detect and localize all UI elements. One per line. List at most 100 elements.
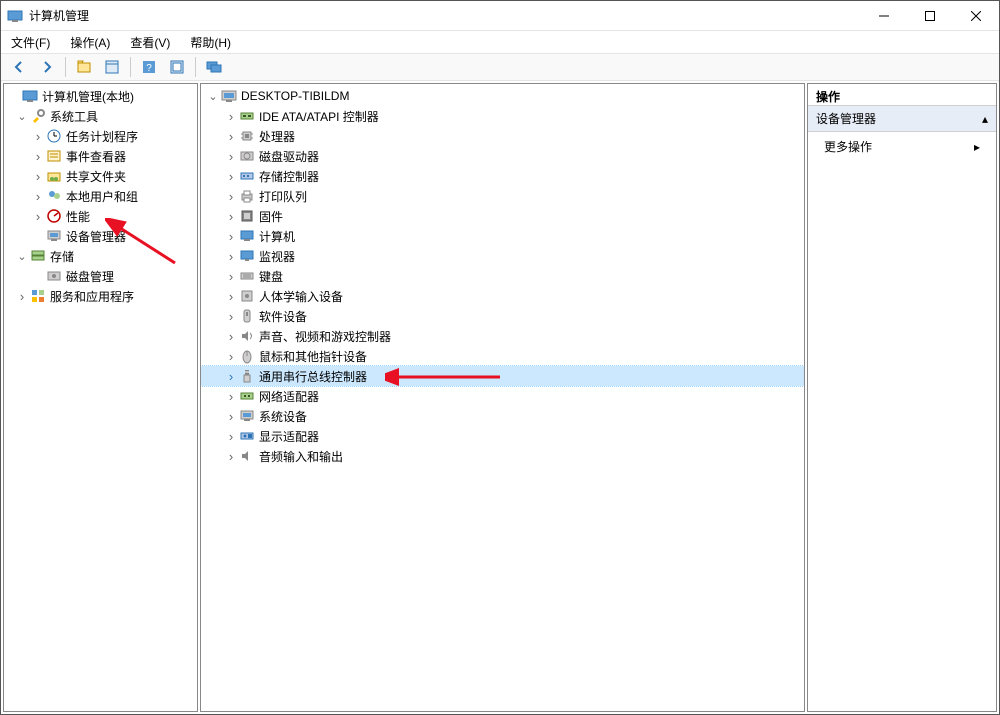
chevron-right-icon[interactable]	[223, 309, 239, 324]
maximize-button[interactable]	[907, 1, 953, 31]
chevron-right-icon[interactable]	[223, 429, 239, 444]
chevron-right-icon[interactable]	[223, 369, 239, 384]
device-print-queue[interactable]: 打印队列	[201, 186, 804, 206]
chevron-right-icon[interactable]	[30, 189, 46, 204]
device-software[interactable]: 软件设备	[201, 306, 804, 326]
close-button[interactable]	[953, 1, 999, 31]
tree-event-viewer[interactable]: 事件查看器	[4, 146, 197, 166]
device-system[interactable]: 系统设备	[201, 406, 804, 426]
up-button[interactable]	[72, 55, 96, 79]
left-panel: 计算机管理(本地) 系统工具 任务计划程序 事件查看器	[3, 83, 198, 712]
chevron-right-icon[interactable]	[223, 389, 239, 404]
computer-item-icon	[239, 228, 255, 244]
chevron-right-icon[interactable]	[30, 169, 46, 184]
device-network[interactable]: 网络适配器	[201, 386, 804, 406]
chevron-right-icon[interactable]	[223, 249, 239, 264]
computer-icon	[221, 88, 237, 104]
chevron-right-icon[interactable]	[30, 209, 46, 224]
device-storage-controller[interactable]: 存储控制器	[201, 166, 804, 186]
chevron-right-icon[interactable]	[223, 189, 239, 204]
chevron-right-icon[interactable]	[223, 449, 239, 464]
device-cpu[interactable]: 处理器	[201, 126, 804, 146]
device-audio-io[interactable]: 音频输入和输出	[201, 446, 804, 466]
chevron-down-icon[interactable]	[14, 110, 30, 123]
usb-icon	[239, 368, 255, 384]
chevron-right-icon[interactable]	[223, 149, 239, 164]
chevron-right-icon[interactable]	[223, 209, 239, 224]
back-button[interactable]	[7, 55, 31, 79]
toolbar-separator-3	[195, 57, 196, 77]
chevron-down-icon[interactable]	[14, 250, 30, 263]
tree-storage[interactable]: 存储	[4, 246, 197, 266]
content-area: 计算机管理(本地) 系统工具 任务计划程序 事件查看器	[1, 81, 999, 714]
window-title: 计算机管理	[29, 7, 861, 24]
device-hid[interactable]: 人体学输入设备	[201, 286, 804, 306]
toolbar-separator	[65, 57, 66, 77]
device-mouse[interactable]: 鼠标和其他指针设备	[201, 346, 804, 366]
services-icon	[30, 288, 46, 304]
chevron-right-icon[interactable]	[14, 289, 30, 304]
tools-icon	[30, 108, 46, 124]
tree-services-apps[interactable]: 服务和应用程序	[4, 286, 197, 306]
menu-file[interactable]: 文件(F)	[7, 32, 54, 53]
chevron-right-icon[interactable]	[223, 169, 239, 184]
device-computer[interactable]: 计算机	[201, 226, 804, 246]
mouse-icon	[239, 348, 255, 364]
chevron-right-icon[interactable]	[223, 409, 239, 424]
device-disk-drive[interactable]: 磁盘驱动器	[201, 146, 804, 166]
display-adapter-icon	[239, 428, 255, 444]
chevron-down-icon[interactable]	[205, 90, 221, 103]
chevron-right-icon[interactable]	[223, 129, 239, 144]
tree-disk-management[interactable]: 磁盘管理	[4, 266, 197, 286]
minimize-button[interactable]	[861, 1, 907, 31]
tree-shared-folders[interactable]: 共享文件夹	[4, 166, 197, 186]
menu-action[interactable]: 操作(A)	[66, 32, 114, 53]
chevron-right-icon[interactable]	[223, 269, 239, 284]
tree-task-scheduler[interactable]: 任务计划程序	[4, 126, 197, 146]
computer-management-icon	[22, 88, 38, 104]
more-actions[interactable]: 更多操作 ▸	[808, 132, 996, 161]
hid-icon	[239, 288, 255, 304]
printer-icon	[239, 188, 255, 204]
chevron-right-icon[interactable]	[223, 329, 239, 344]
help-button[interactable]: ?	[137, 55, 161, 79]
tree-device-manager[interactable]: 设备管理器	[4, 226, 197, 246]
device-sound[interactable]: 声音、视频和游戏控制器	[201, 326, 804, 346]
chevron-right-icon[interactable]	[223, 349, 239, 364]
left-tree: 计算机管理(本地) 系统工具 任务计划程序 事件查看器	[4, 84, 197, 711]
properties-button[interactable]	[100, 55, 124, 79]
tree-performance[interactable]: 性能	[4, 206, 197, 226]
clock-icon	[46, 128, 62, 144]
device-firmware[interactable]: 固件	[201, 206, 804, 226]
chevron-right-icon[interactable]	[223, 289, 239, 304]
device-ide[interactable]: IDE ATA/ATAPI 控制器	[201, 106, 804, 126]
device-keyboard[interactable]: 键盘	[201, 266, 804, 286]
software-device-icon	[239, 308, 255, 324]
toolbar: ?	[1, 53, 999, 81]
device-root[interactable]: DESKTOP-TIBILDM	[201, 86, 804, 106]
chevron-right-icon[interactable]	[30, 129, 46, 144]
tree-root-computer-management[interactable]: 计算机管理(本地)	[4, 86, 197, 106]
device-manager-icon	[46, 228, 62, 244]
app-icon	[7, 8, 23, 24]
computers-button[interactable]	[202, 55, 226, 79]
right-panel: 操作 设备管理器 ▴ 更多操作 ▸	[807, 83, 997, 712]
chevron-right-icon[interactable]	[223, 229, 239, 244]
ide-icon	[239, 108, 255, 124]
refresh-button[interactable]	[165, 55, 189, 79]
menu-help[interactable]: 帮助(H)	[186, 32, 235, 53]
shared-folder-icon	[46, 168, 62, 184]
chevron-right-icon[interactable]	[223, 109, 239, 124]
chevron-right-icon[interactable]	[30, 149, 46, 164]
actions-section[interactable]: 设备管理器 ▴	[808, 106, 996, 132]
tree-local-users[interactable]: 本地用户和组	[4, 186, 197, 206]
menu-bar: 文件(F) 操作(A) 查看(V) 帮助(H)	[1, 31, 999, 53]
forward-button[interactable]	[35, 55, 59, 79]
device-monitor[interactable]: 监视器	[201, 246, 804, 266]
tree-system-tools[interactable]: 系统工具	[4, 106, 197, 126]
device-usb[interactable]: 通用串行总线控制器	[201, 366, 804, 386]
menu-view[interactable]: 查看(V)	[126, 32, 174, 53]
disk-drive-icon	[239, 148, 255, 164]
event-icon	[46, 148, 62, 164]
device-display[interactable]: 显示适配器	[201, 426, 804, 446]
